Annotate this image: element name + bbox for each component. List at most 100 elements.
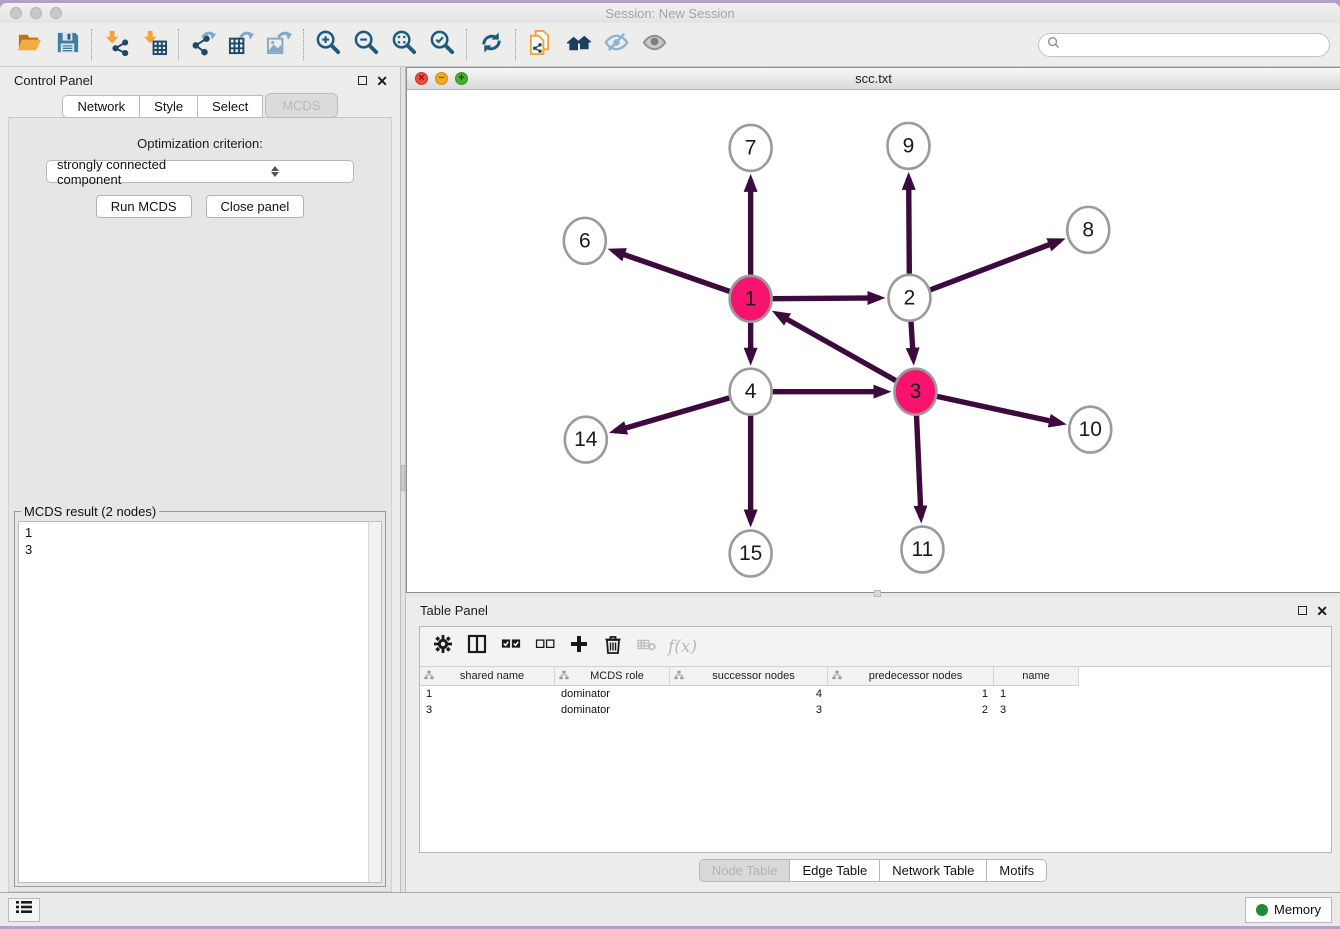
edge-3-to-11[interactable] [917,416,922,518]
open-session-button[interactable] [10,28,48,62]
hide-selected-button[interactable] [597,28,635,62]
tab-style[interactable]: Style [140,95,198,118]
zoom-fit-button[interactable] [385,28,423,62]
close-window-button[interactable] [10,7,22,19]
table-cell[interactable]: dominator [555,686,670,702]
node-table-container: f(x) shared nameMCDS rolesuccessor nodes… [419,626,1332,853]
graph-node-3[interactable]: 3 [894,369,936,415]
edge-1-to-2[interactable] [773,298,880,299]
deselect-all-columns-button[interactable] [530,632,560,662]
tab-motifs[interactable]: Motifs [987,859,1047,882]
delete-columns-button[interactable] [598,632,628,662]
column-header-shared-name[interactable]: shared name [420,667,555,685]
table-cell[interactable]: dominator [555,702,670,718]
tab-select[interactable]: Select [198,95,263,118]
network-canvas[interactable]: 7 9 6 8 1 2 4 3 14 10 15 11 [407,90,1340,593]
close-panel-button[interactable]: Close panel [206,195,305,218]
table-cell[interactable]: 3 [994,702,1079,718]
graph-node-6[interactable]: 6 [564,218,606,264]
first-neighbors-button[interactable] [559,28,597,62]
add-column-button[interactable] [564,632,594,662]
float-panel-icon[interactable] [358,76,367,85]
column-header-successor-nodes[interactable]: successor nodes [670,667,828,685]
result-scrollbar[interactable] [368,522,381,882]
task-history-button[interactable] [8,898,40,922]
network-close-button[interactable]: × [415,72,428,85]
edge-3-to-1[interactable] [777,314,896,381]
graph-node-14[interactable]: 14 [565,417,607,463]
search-input[interactable] [1065,38,1321,52]
search-field[interactable] [1038,33,1330,57]
splitter-grip[interactable] [401,465,405,491]
import-table-button[interactable] [135,28,173,62]
refresh-network-button[interactable] [472,28,510,62]
graph-node-2[interactable]: 2 [888,275,930,321]
select-all-columns-button[interactable] [496,632,526,662]
table-cell[interactable]: 1 [420,686,555,702]
network-minimize-button[interactable]: − [435,72,448,85]
network-maximize-button[interactable]: + [455,72,468,85]
edge-2-to-8[interactable] [930,241,1060,290]
close-panel-icon[interactable]: ✕ [376,76,388,86]
function-builder-button[interactable]: f(x) [668,637,697,657]
tab-mcds[interactable]: MCDS [265,93,337,118]
table-cell[interactable]: 3 [420,702,555,718]
table-cell[interactable]: 3 [670,702,828,718]
network-graph[interactable]: 7 9 6 8 1 2 4 3 14 10 15 11 [407,90,1340,593]
column-header-MCDS-role[interactable]: MCDS role [555,667,670,685]
memory-label: Memory [1274,902,1321,917]
close-table-panel-icon[interactable]: ✕ [1316,606,1328,616]
export-table-button[interactable] [222,28,260,62]
table-cell[interactable]: 1 [994,686,1079,702]
panel-splitter[interactable] [400,67,406,892]
table-cell[interactable]: 4 [670,686,828,702]
graph-node-15[interactable]: 15 [730,531,772,577]
export-image-button[interactable] [260,28,298,62]
zoom-out-button[interactable] [347,28,385,62]
export-network-button[interactable] [184,28,222,62]
graph-node-4[interactable]: 4 [730,369,772,415]
column-header-predecessor-nodes[interactable]: predecessor nodes [828,667,994,685]
graph-node-10[interactable]: 10 [1069,407,1111,453]
split-panel-button[interactable] [462,632,492,662]
zoom-in-button[interactable] [309,28,347,62]
save-session-button[interactable] [48,28,86,62]
zoom-selected-button[interactable] [423,28,461,62]
table-settings-button[interactable] [428,632,458,662]
table-cell[interactable]: 2 [828,702,994,718]
table-cell[interactable]: 1 [828,686,994,702]
duplicate-network-button[interactable] [521,28,559,62]
optimization-criterion-select[interactable]: strongly connected component [46,160,354,183]
edge-4-to-14[interactable] [615,398,730,431]
graph-node-7[interactable]: 7 [730,125,772,171]
traffic-lights [10,7,62,19]
import-network-button[interactable] [97,28,135,62]
graph-node-8[interactable]: 8 [1067,207,1109,253]
network-window-titlebar: × − + scc.txt [407,68,1340,90]
edge-1-to-6[interactable] [613,251,729,292]
tab-network-table[interactable]: Network Table [880,859,987,882]
tab-edge-table[interactable]: Edge Table [790,859,880,882]
tab-network[interactable]: Network [62,95,140,118]
edge-2-to-9[interactable] [909,178,910,274]
column-header-name[interactable]: name [994,667,1079,685]
graph-node-11[interactable]: 11 [901,527,943,573]
graph-node-9[interactable]: 9 [887,123,929,169]
memory-button[interactable]: Memory [1245,897,1332,923]
tab-node-table[interactable]: Node Table [699,859,791,882]
table-row[interactable]: 1dominator411 [420,686,1079,702]
graph-node-1[interactable]: 1 [730,276,772,322]
mcds-result-text[interactable]: 1 3 [19,522,368,882]
float-table-panel-icon[interactable] [1298,606,1307,615]
canvas-resize-grip[interactable] [874,590,881,597]
node-label: 14 [574,428,598,451]
table-row[interactable]: 3dominator323 [420,702,1079,718]
delete-table-button[interactable] [632,632,662,662]
minimize-window-button[interactable] [30,7,42,19]
toolbar-separator [303,29,304,61]
show-all-button[interactable] [635,28,673,62]
zoom-window-button[interactable] [50,7,62,19]
run-mcds-button[interactable]: Run MCDS [96,195,192,218]
edge-3-to-10[interactable] [937,396,1061,423]
edge-2-to-3[interactable] [911,322,913,360]
